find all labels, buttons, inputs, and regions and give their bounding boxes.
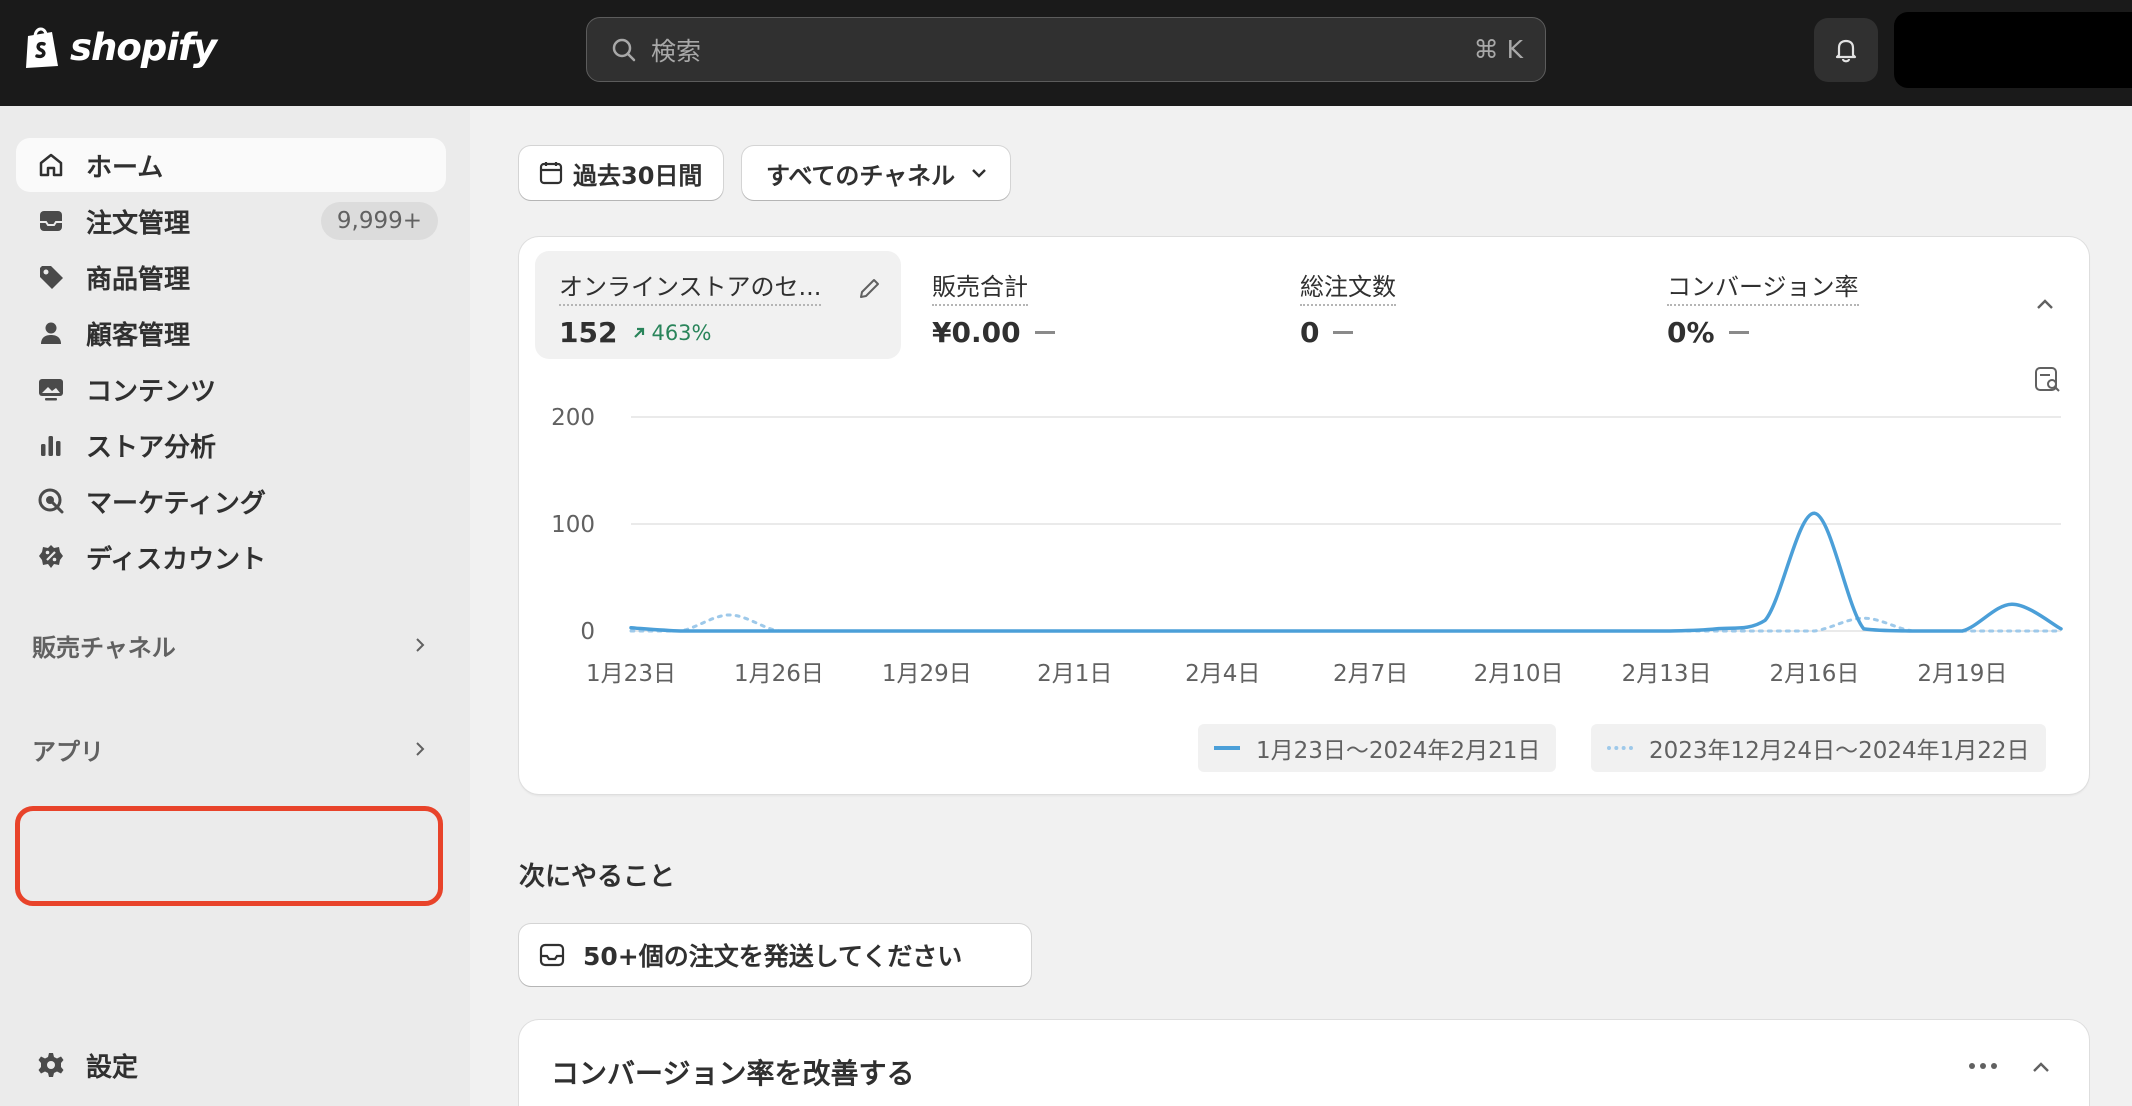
legend-label: 1月23日〜2024年2月21日	[1256, 738, 1541, 764]
sidebar-item-label: ホーム	[86, 152, 164, 183]
x-tick-label: 2月4日	[1185, 661, 1260, 687]
sidebar-item-orders[interactable]: 注文管理 9,999+	[16, 194, 446, 248]
inbox-icon	[34, 204, 68, 238]
gear-icon	[34, 1048, 68, 1082]
fulfill-orders-task[interactable]: 50+個の注文を発送してください	[519, 924, 1031, 986]
top-bar: shopify 検索 ⌘ K	[0, 0, 2132, 106]
discount-icon	[34, 540, 68, 574]
x-tick-label: 1月26日	[734, 661, 824, 687]
x-tick-label: 2月16日	[1769, 661, 1859, 687]
account-menu-button[interactable]	[1894, 12, 2132, 88]
calendar-icon	[539, 162, 563, 185]
sidebar-item-label: ディスカウント	[86, 544, 267, 575]
date-range-button[interactable]: 過去30日間	[519, 146, 723, 200]
x-tick-label: 2月7日	[1333, 661, 1408, 687]
x-tick-label: 2月19日	[1917, 661, 2007, 687]
sidebar-item-marketing[interactable]: マーケティング	[16, 474, 446, 528]
card-title: コンバージョン率を改善する	[551, 1057, 915, 1090]
apps-label: アプリ	[32, 737, 104, 766]
x-tick-label: 2月10日	[1474, 661, 1564, 687]
chevron-right-icon	[416, 742, 425, 756]
home-icon	[34, 148, 68, 182]
task-label: 50+個の注文を発送してください	[583, 942, 963, 971]
legend-previous-period[interactable]: 2023年12月24日〜2024年1月22日	[1591, 724, 2046, 772]
search-bar[interactable]: 検索 ⌘ K	[586, 17, 1546, 82]
sales-channels-label: 販売チャネル	[32, 633, 176, 662]
chevron-down-icon	[972, 169, 986, 178]
sidebar-item-settings[interactable]: 設定	[16, 1038, 446, 1092]
orders-count-badge: 9,999+	[320, 202, 438, 240]
x-tick-label: 1月23日	[586, 661, 676, 687]
sidebar-item-label: コンテンツ	[86, 376, 217, 407]
y-tick-label: 100	[551, 512, 595, 538]
improve-conversion-card: コンバージョン率を改善する	[519, 1020, 2089, 1106]
sidebar-item-label: ストア分析	[86, 432, 217, 463]
sidebar-item-home[interactable]: ホーム	[16, 138, 446, 192]
sidebar-item-products[interactable]: 商品管理	[16, 250, 446, 304]
legend-dotted-line	[1607, 746, 1633, 750]
x-tick-label: 1月29日	[882, 661, 972, 687]
next-tasks-heading: 次にやること	[519, 862, 676, 892]
search-shortcut: ⌘ K	[1473, 35, 1523, 64]
y-tick-label: 0	[580, 619, 595, 645]
legend-label: 2023年12月24日〜2024年1月22日	[1649, 738, 2030, 764]
sidebar-section-sales-channels[interactable]: 販売チャネル	[16, 618, 446, 672]
sidebar-item-label: 注文管理	[86, 208, 191, 239]
sidebar-item-label: 設定	[86, 1052, 139, 1083]
sidebar-section-apps[interactable]: アプリ	[16, 722, 446, 776]
apps-highlight-annotation	[15, 806, 443, 906]
search-icon	[612, 38, 636, 61]
shopify-bag-icon	[26, 27, 58, 68]
bar-chart-icon	[34, 428, 68, 462]
sidebar: ホーム 注文管理 9,999+ 商品管理 顧客管理 コンテンツ ストア分析 マー…	[0, 106, 470, 1106]
sidebar-item-label: 商品管理	[86, 264, 191, 295]
logo-text: shopify	[70, 25, 217, 69]
y-tick-label: 200	[551, 405, 595, 431]
channel-filter-label: すべてのチャネル	[766, 161, 956, 190]
sidebar-item-content[interactable]: コンテンツ	[16, 362, 446, 416]
shopify-logo[interactable]: shopify	[22, 24, 217, 70]
analytics-card: オンラインストアのセ... 152 463% 販売合計 ¥0.00 総注文数 0…	[519, 237, 2089, 794]
legend-current-period[interactable]: 1月23日〜2024年2月21日	[1198, 724, 1557, 772]
sidebar-item-customers[interactable]: 顧客管理	[16, 306, 446, 360]
sessions-line-chart: 0 100 200 1月23日 1月26日 1月29日 2月1日 2月4日 2月7日 2月10日…	[551, 405, 2063, 687]
channel-filter-button[interactable]: すべてのチャネル	[742, 146, 1010, 200]
sidebar-item-label: マーケティング	[86, 488, 266, 519]
sidebar-item-discounts[interactable]: ディスカウント	[16, 530, 446, 584]
x-tick-label: 2月13日	[1622, 661, 1712, 687]
chevron-up-icon[interactable]	[2027, 1054, 2055, 1082]
bell-icon	[1835, 39, 1857, 63]
chevron-right-icon	[416, 638, 425, 652]
more-options-icon[interactable]	[1967, 1060, 1999, 1072]
person-icon	[34, 316, 68, 350]
inbox-icon	[539, 943, 565, 967]
x-tick-label: 2月1日	[1037, 661, 1112, 687]
tag-icon	[34, 260, 68, 294]
legend-solid-line	[1214, 746, 1240, 750]
sidebar-item-analytics[interactable]: ストア分析	[16, 418, 446, 472]
series-line-previous	[629, 613, 2063, 633]
sidebar-item-label: 顧客管理	[86, 320, 191, 351]
series-line-current	[629, 511, 2063, 633]
date-range-label: 過去30日間	[573, 161, 703, 190]
notifications-button[interactable]	[1814, 18, 1878, 82]
target-icon	[34, 484, 68, 518]
image-icon	[34, 372, 68, 406]
search-placeholder: 検索	[651, 36, 702, 66]
